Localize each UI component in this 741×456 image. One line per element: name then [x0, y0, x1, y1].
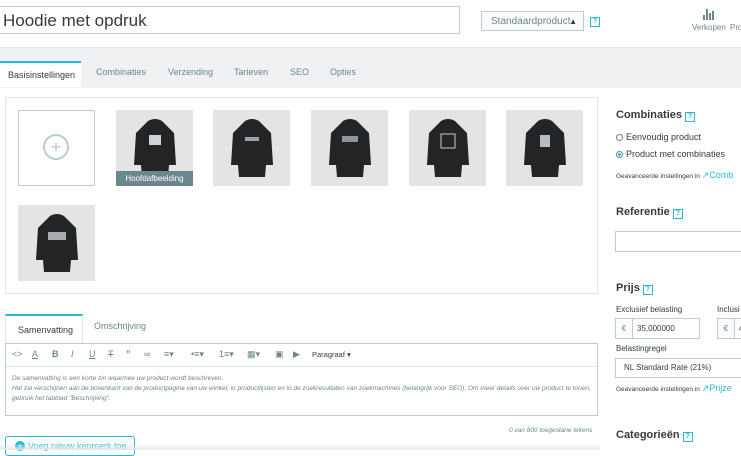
image-thumb[interactable]	[409, 110, 486, 186]
combinations-title-text: Combinaties	[616, 109, 683, 121]
radio-simple-product[interactable]: Eenvoudig product	[616, 132, 701, 142]
prices-link-label: Prijze	[709, 383, 732, 393]
summary-editor[interactable]: <> A B I U T ” ∞ ≡▾ •≡▾ 1≡▾ ▦▾ ▣ ▶ Parag…	[5, 343, 598, 416]
price-excl-value: 35,000000	[637, 324, 675, 333]
tab-basic-settings[interactable]: Basisinstellingen	[0, 61, 81, 87]
editor-toolbar: <> A B I U T ” ∞ ≡▾ •≡▾ 1≡▾ ▦▾ ▣ ▶ Parag…	[6, 344, 597, 367]
price-title: Prijs ?	[616, 282, 653, 295]
cover-label: Hoofdafbeelding	[116, 171, 193, 186]
hoodie-image	[231, 119, 273, 177]
prices-link[interactable]: ↗Prijze	[702, 383, 732, 393]
code-icon[interactable]: <>	[12, 349, 23, 359]
text-color-icon[interactable]: A	[32, 349, 38, 359]
select-caret-icon: ▲︎	[569, 17, 577, 26]
incl-tax-label: Inclusi	[717, 305, 740, 314]
price-excl-input[interactable]: €35,000000	[615, 318, 700, 339]
add-image-button[interactable]: +	[18, 110, 95, 186]
align-icon[interactable]: ≡▾	[164, 349, 174, 360]
simple-product-label: Eenvoudig product	[626, 132, 702, 142]
help-icon[interactable]: ?	[685, 112, 696, 122]
stats-icon[interactable]	[703, 9, 715, 20]
radio-product-with-combinations[interactable]: Product met combinaties	[616, 149, 725, 159]
tab-combinations[interactable]: Combinaties	[96, 67, 146, 77]
tab-options[interactable]: Opties	[330, 67, 356, 77]
combinations-title: Combinaties ?	[616, 109, 696, 122]
media-icon[interactable]: ▶	[293, 349, 300, 360]
tab-summary[interactable]: Samenvatting	[5, 314, 83, 343]
bullet-list-icon[interactable]: •≡▾	[191, 349, 204, 360]
strikethrough-icon[interactable]: T	[108, 349, 114, 359]
tax-rule-label: Belastingregel	[616, 344, 667, 353]
combinations-link[interactable]: ↗Comb	[702, 170, 734, 180]
hoodie-image	[329, 119, 371, 177]
reference-title: Referentie ?	[616, 206, 683, 219]
tab-seo[interactable]: SEO	[290, 67, 309, 77]
sales-link[interactable]: Verkopen	[692, 23, 726, 32]
with-combinations-label: Product met combinaties	[626, 149, 726, 159]
image-thumb[interactable]	[311, 110, 388, 186]
image-thumb[interactable]	[18, 205, 95, 281]
summary-help-line: Het zal verschijnen aan de bovenkant van…	[12, 385, 591, 402]
reference-title-text: Referentie	[616, 206, 670, 218]
help-icon[interactable]: ?	[682, 432, 693, 442]
combinations-link-label: Comb	[709, 170, 734, 180]
product-type-select[interactable]: Standaardproduct ▲︎	[481, 11, 584, 31]
product-type-value: Standaardproduct	[491, 16, 571, 27]
image-thumb[interactable]	[506, 110, 583, 186]
categories-title-text: Categorieën	[616, 429, 680, 441]
link-icon[interactable]: ∞	[144, 349, 150, 359]
currency-symbol: €	[616, 319, 633, 338]
tab-shipping[interactable]: Verzending	[168, 67, 213, 77]
product-name-input[interactable]: Hoodie met opdruk	[0, 6, 460, 34]
table-icon[interactable]: ▦▾	[247, 349, 260, 360]
image-thumb[interactable]	[213, 110, 290, 186]
summary-help-text: De samenvatting is een korte zin waarmee…	[12, 374, 592, 404]
advanced-price-text: Geavanceerde instellingen in ↗Prijze	[616, 383, 732, 394]
tax-rule-select[interactable]: NL Standard Rate (21%)	[615, 358, 741, 378]
product-link[interactable]: Pro	[730, 23, 741, 32]
plus-circle-icon: +	[43, 134, 69, 160]
help-icon[interactable]: ?	[672, 209, 683, 219]
hoodie-image	[427, 119, 469, 177]
paragraph-label: Paragraaf	[312, 350, 345, 359]
numbered-list-icon[interactable]: 1≡▾	[219, 349, 234, 360]
bottom-fade	[0, 444, 600, 450]
help-icon[interactable]: ?	[642, 285, 653, 295]
radio-icon	[616, 134, 623, 141]
advanced-text: Geavanceerde instellingen in	[616, 386, 700, 393]
tab-pricing[interactable]: Tarieven	[234, 67, 268, 77]
underline-icon[interactable]: U	[89, 349, 96, 359]
summary-help-line: De samenvatting is een korte zin waarmee…	[12, 375, 224, 382]
help-icon[interactable]: ?	[590, 17, 600, 27]
currency-symbol: €	[718, 319, 735, 338]
italic-icon[interactable]: I	[71, 349, 74, 359]
paragraph-select[interactable]: Paragraaf ▾	[312, 350, 351, 359]
price-incl-input[interactable]: €4	[717, 318, 741, 339]
tab-description[interactable]: Omschrijving	[94, 321, 146, 331]
hoodie-image	[36, 214, 78, 272]
advanced-settings-text: Geavanceerde instellingen in ↗Comb	[616, 170, 733, 181]
radio-selected-icon	[616, 151, 623, 158]
categories-title: Categorieën ?	[616, 429, 693, 442]
reference-input[interactable]	[615, 231, 741, 252]
bold-icon[interactable]: B	[52, 349, 59, 359]
image-icon[interactable]: ▣	[275, 349, 284, 360]
excl-tax-label: Exclusief belasting	[616, 305, 683, 314]
hoodie-image	[524, 119, 566, 177]
hoodie-image	[134, 119, 176, 177]
quote-icon[interactable]: ”	[126, 349, 131, 359]
price-title-text: Prijs	[616, 282, 640, 294]
advanced-text: Geavanceerde instellingen in	[616, 173, 700, 180]
character-counter: 0 van 800 toegestane tekens	[509, 427, 593, 434]
image-thumb[interactable]: Hoofdafbeelding	[116, 110, 193, 186]
